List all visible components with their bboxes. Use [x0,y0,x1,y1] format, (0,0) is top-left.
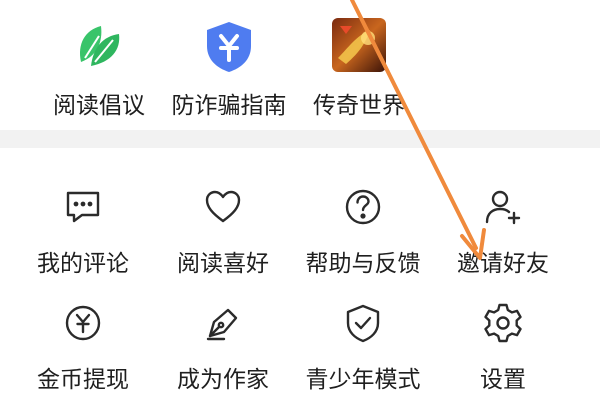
featured-row: 阅读倡议 防诈骗指南 传奇世界 [0,0,600,128]
tile-reading-preferences[interactable]: 阅读喜好 [148,170,298,280]
tile-coin-withdraw[interactable]: 金币提现 [8,286,158,396]
section-divider [0,130,600,148]
tile-become-writer[interactable]: 成为作家 [148,286,298,396]
tile-label: 帮助与反馈 [305,251,421,277]
shield-check-icon [342,302,384,344]
tile-fraud-guide[interactable]: 防诈骗指南 [154,6,304,119]
tile-legend-world[interactable]: 传奇世界 [284,6,434,119]
tile-help-feedback[interactable]: 帮助与反馈 [288,170,438,280]
tile-label: 传奇世界 [313,93,405,119]
tile-label: 邀请好友 [457,251,549,277]
coin-icon [62,302,104,344]
comment-icon [62,186,104,228]
pen-nib-icon [202,302,244,344]
help-icon [342,186,384,228]
gear-icon [482,302,524,344]
tile-label: 成为作家 [177,367,269,393]
tile-my-comments[interactable]: 我的评论 [8,170,158,280]
tile-label: 防诈骗指南 [171,93,287,119]
service-grid: 我的评论 阅读喜好 帮助与反馈 邀请好友 金币提现 成为作家 青少年模式 设置 [0,160,600,393]
add-user-icon [482,186,524,228]
tile-label: 青少年模式 [305,367,421,393]
tile-settings[interactable]: 设置 [428,286,578,396]
tile-label: 设置 [480,367,526,393]
game-thumbnail-icon [332,18,386,72]
tile-label: 金币提现 [37,367,129,393]
tile-invite-friends[interactable]: 邀请好友 [428,170,578,280]
heart-icon [202,186,244,228]
shield-yuan-icon [201,18,257,74]
tile-label: 阅读倡议 [53,93,145,119]
tile-label: 阅读喜好 [177,251,269,277]
tile-teen-mode[interactable]: 青少年模式 [288,286,438,396]
tile-reading-initiative[interactable]: 阅读倡议 [24,6,174,119]
tile-label: 我的评论 [37,251,129,277]
leaf-icon [71,18,127,74]
